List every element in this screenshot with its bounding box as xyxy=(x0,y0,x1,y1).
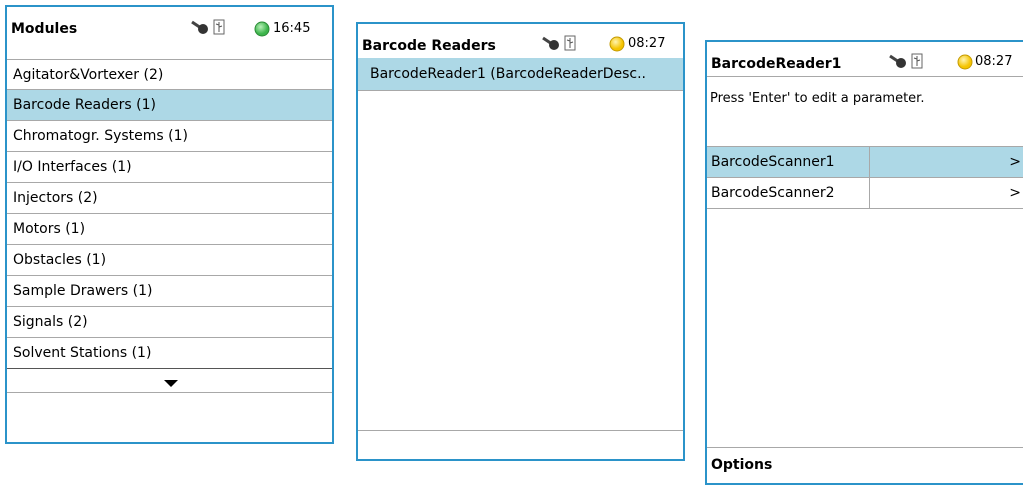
list-item[interactable]: Signals (2) xyxy=(7,307,332,338)
detail-header: BarcodeReader1 08:27 xyxy=(707,42,1023,78)
modules-list: Agitator&Vortexer (2) Barcode Readers (1… xyxy=(7,59,332,393)
barcode-readers-header: Barcode Readers 08:27 xyxy=(358,24,683,60)
parameter-value: > xyxy=(1009,154,1021,170)
status-led-icon xyxy=(254,21,270,41)
scroll-more[interactable] xyxy=(7,369,332,393)
list-item-selected[interactable]: Barcode Readers (1) xyxy=(7,90,332,121)
options-softkey[interactable]: Options xyxy=(711,457,772,473)
page-title: Modules xyxy=(11,21,78,37)
clock: 16:45 xyxy=(273,21,311,36)
parameter-name: BarcodeScanner2 xyxy=(707,178,870,208)
key-icon xyxy=(888,53,908,73)
modules-header: Modules 16:45 xyxy=(7,7,332,45)
footer-divider xyxy=(358,430,683,431)
footer-divider xyxy=(707,447,1023,448)
parameter-table: BarcodeScanner1 > BarcodeScanner2 > xyxy=(707,146,1023,209)
usb-icon xyxy=(564,35,576,55)
usb-icon xyxy=(213,19,225,39)
clock: 08:27 xyxy=(975,54,1013,69)
status-icons xyxy=(190,19,225,39)
status-icons xyxy=(888,53,923,73)
list-item[interactable]: Motors (1) xyxy=(7,214,332,245)
list-item[interactable]: Sample Drawers (1) xyxy=(7,276,332,307)
list-item[interactable]: Agitator&Vortexer (2) xyxy=(7,59,332,90)
key-icon xyxy=(541,35,561,55)
modules-panel: Modules 16:45 Agitator&Vortexer (2) Barc… xyxy=(5,5,334,444)
parameter-value: > xyxy=(1009,185,1021,201)
clock: 08:27 xyxy=(628,36,666,51)
instruction-text: Press 'Enter' to edit a parameter. xyxy=(710,91,925,106)
scroll-down-arrow-icon[interactable] xyxy=(164,373,178,392)
key-icon xyxy=(190,19,210,39)
barcode-reader-detail-panel: BarcodeReader1 08:27 Press 'Enter' to ed… xyxy=(705,40,1023,485)
page-title: Barcode Readers xyxy=(362,38,496,54)
list-item[interactable]: Obstacles (1) xyxy=(7,245,332,276)
list-item[interactable]: Solvent Stations (1) xyxy=(7,338,332,369)
status-icons xyxy=(541,35,576,55)
header-divider xyxy=(707,76,1023,77)
status-led-icon xyxy=(609,36,625,56)
status-led-icon xyxy=(957,54,973,74)
list-item[interactable]: Injectors (2) xyxy=(7,183,332,214)
table-row[interactable]: BarcodeScanner1 > xyxy=(707,147,1023,178)
parameter-name: BarcodeScanner1 xyxy=(707,147,870,177)
list-item[interactable]: I/O Interfaces (1) xyxy=(7,152,332,183)
usb-icon xyxy=(911,53,923,73)
table-row[interactable]: BarcodeScanner2 > xyxy=(707,178,1023,209)
list-item[interactable]: Chromatogr. Systems (1) xyxy=(7,121,332,152)
list-item-selected[interactable]: BarcodeReader1 (BarcodeReaderDesc.. xyxy=(358,58,683,91)
barcode-readers-list: BarcodeReader1 (BarcodeReaderDesc.. xyxy=(358,58,683,91)
page-title: BarcodeReader1 xyxy=(711,56,842,72)
barcode-readers-panel: Barcode Readers 08:27 BarcodeReader1 (Ba… xyxy=(356,22,685,461)
